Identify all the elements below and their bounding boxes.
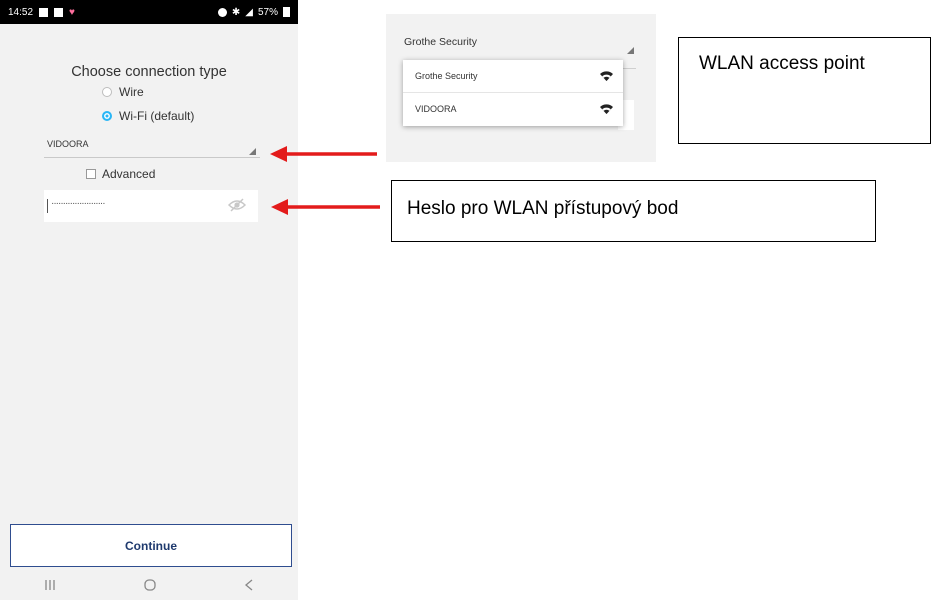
advanced-option[interactable]: Advanced <box>86 167 155 181</box>
page-title: Choose connection type <box>71 64 227 80</box>
recent-apps-icon[interactable] <box>43 579 57 591</box>
text-caret <box>47 199 48 213</box>
continue-button[interactable]: Continue <box>10 524 292 567</box>
radio-option-wifi[interactable]: Wi-Fi (default) <box>102 109 194 123</box>
radio-label: Wi-Fi (default) <box>119 109 195 123</box>
radio-button[interactable] <box>102 87 112 97</box>
dropdown-item-label: VIDOORA <box>415 103 457 114</box>
android-nav-bar <box>0 570 298 600</box>
dropdown-example-screenshot: Grothe Security Grothe Security VIDOORA <box>386 14 656 162</box>
wlan-callout-text: WLAN access point <box>699 53 865 74</box>
battery-percent: 57% <box>257 6 278 18</box>
dropdown-item[interactable]: Grothe Security <box>403 60 623 92</box>
advanced-checkbox[interactable] <box>86 169 96 179</box>
dropdown-triangle-icon <box>627 47 634 54</box>
battery-icon <box>283 7 290 17</box>
advanced-label: Advanced <box>102 167 156 181</box>
dropdown-item[interactable]: VIDOORA <box>403 92 623 124</box>
ssid-dropdown[interactable]: VIDOORA <box>44 137 260 158</box>
wifi-icon <box>600 71 613 81</box>
wlan-dropdown-list: Grothe Security VIDOORA <box>403 60 623 126</box>
password-callout-box: Heslo pro WLAN přístupový bod <box>391 180 876 242</box>
status-bar: 14:52 ♥ ✱ ◢ 57% <box>0 0 298 24</box>
inset-selected-value: Grothe Security <box>404 36 477 48</box>
heart-icon: ♥ <box>69 6 75 18</box>
gallery-icon <box>39 7 49 17</box>
phone-screen: 14:52 ♥ ✱ ◢ 57% Choose connection type W… <box>0 0 298 600</box>
signal-icon: ◢ <box>245 6 253 18</box>
dropdown-item-label: Grothe Security <box>415 71 478 81</box>
bluetooth-icon: ✱ <box>231 6 241 18</box>
status-time: 14:52 <box>8 6 34 18</box>
radio-option-wire[interactable]: Wire <box>102 85 144 99</box>
eye-off-icon[interactable] <box>228 198 246 212</box>
password-callout-text: Heslo pro WLAN přístupový bod <box>407 198 679 219</box>
password-field[interactable]: ······················· <box>44 190 258 222</box>
home-icon[interactable] <box>143 578 157 592</box>
back-icon[interactable] <box>243 578 255 592</box>
ssid-value: VIDOORA <box>47 139 89 149</box>
app-icon <box>54 7 64 17</box>
dropdown-triangle-icon <box>249 148 256 155</box>
radio-label: Wire <box>119 85 144 99</box>
wifi-icon <box>600 103 613 114</box>
wlan-callout-box: WLAN access point <box>678 37 931 144</box>
alarm-icon <box>217 7 227 17</box>
radio-button[interactable] <box>102 111 112 121</box>
password-value: ······················· <box>51 198 106 209</box>
